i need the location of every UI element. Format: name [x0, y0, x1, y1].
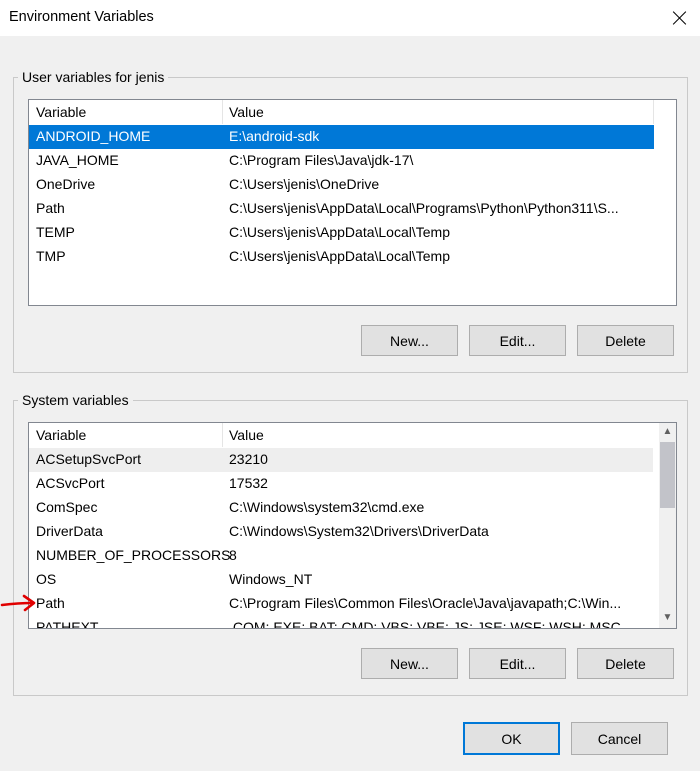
- variable-name: OneDrive: [36, 176, 96, 192]
- variable-name: ACSetupSvcPort: [36, 451, 142, 467]
- variable-value: C:\Program Files\Common Files\Oracle\Jav…: [229, 595, 622, 611]
- table-row[interactable]: ANDROID_HOME E:\android-sdk: [29, 125, 654, 149]
- variable-name: JAVA_HOME: [36, 152, 119, 168]
- system-new-button[interactable]: New...: [361, 648, 458, 679]
- variable-value: C:\Users\jenis\AppData\Local\Programs\Py…: [229, 200, 619, 216]
- table-row[interactable]: TMP C:\Users\jenis\AppData\Local\Temp: [29, 245, 654, 269]
- variable-name: PATHEXT: [36, 619, 99, 629]
- variable-value: 23210: [229, 451, 268, 467]
- variable-value: C:\Users\jenis\AppData\Local\Temp: [229, 248, 450, 264]
- table-row[interactable]: JAVA_HOME C:\Program Files\Java\jdk-17\: [29, 149, 654, 173]
- user-variables-list[interactable]: Variable Value ANDROID_HOME E:\android-s…: [28, 99, 677, 306]
- table-row[interactable]: OS Windows_NT: [29, 568, 653, 592]
- column-header-value[interactable]: Value: [229, 104, 264, 120]
- variable-value: C:\Users\jenis\AppData\Local\Temp: [229, 224, 450, 240]
- user-variables-label: User variables for jenis: [18, 68, 169, 86]
- system-edit-button[interactable]: Edit...: [469, 648, 566, 679]
- variable-value: 8: [229, 547, 237, 563]
- system-delete-button[interactable]: Delete: [577, 648, 674, 679]
- scroll-up-icon[interactable]: ▲: [659, 423, 676, 440]
- table-row[interactable]: NUMBER_OF_PROCESSORS 8: [29, 544, 653, 568]
- list-header: Variable Value: [29, 423, 659, 447]
- variable-name: ComSpec: [36, 499, 98, 515]
- variable-value: C:\Program Files\Java\jdk-17\: [229, 152, 414, 168]
- column-header-variable[interactable]: Variable: [36, 104, 86, 120]
- variable-value: E:\android-sdk: [229, 128, 320, 144]
- table-row[interactable]: OneDrive C:\Users\jenis\OneDrive: [29, 173, 654, 197]
- variable-value: 17532: [229, 475, 268, 491]
- table-row[interactable]: PATHEXT .COM;.EXE;.BAT;.CMD;.VBS;.VBE;.J…: [29, 616, 653, 629]
- variable-value: .COM;.EXE;.BAT;.CMD;.VBS;.VBE;.JS;.JSE;.…: [229, 619, 621, 629]
- column-separator[interactable]: [222, 100, 223, 124]
- variable-name: NUMBER_OF_PROCESSORS: [36, 547, 231, 563]
- table-row[interactable]: Path C:\Program Files\Common Files\Oracl…: [29, 592, 653, 616]
- vertical-scrollbar[interactable]: ▲ ▼: [659, 423, 676, 628]
- column-separator: [653, 100, 654, 124]
- variable-name: OS: [36, 571, 57, 587]
- variable-name: TMP: [36, 248, 66, 264]
- window-title: Environment Variables: [9, 9, 154, 25]
- variable-name: ANDROID_HOME: [36, 128, 151, 144]
- system-variables-group: System variables Variable Value ACSetupS…: [13, 391, 688, 696]
- column-header-value[interactable]: Value: [229, 427, 264, 443]
- system-variables-list[interactable]: Variable Value ACSetupSvcPort 23210 ACSv…: [28, 422, 677, 629]
- ok-button[interactable]: OK: [463, 722, 560, 755]
- variable-name: ACSvcPort: [36, 475, 105, 491]
- user-edit-button[interactable]: Edit...: [469, 325, 566, 356]
- scroll-down-icon[interactable]: ▼: [659, 609, 676, 626]
- scrollbar-thumb[interactable]: [660, 442, 675, 508]
- list-header: Variable Value: [29, 100, 676, 124]
- user-delete-button[interactable]: Delete: [577, 325, 674, 356]
- table-row[interactable]: ACSvcPort 17532: [29, 472, 653, 496]
- cancel-button[interactable]: Cancel: [571, 722, 668, 755]
- variable-name: TEMP: [36, 224, 75, 240]
- variable-value: C:\Users\jenis\OneDrive: [229, 176, 380, 192]
- user-new-button[interactable]: New...: [361, 325, 458, 356]
- system-variables-label: System variables: [18, 391, 133, 409]
- variable-name: Path: [36, 595, 65, 611]
- column-header-variable[interactable]: Variable: [36, 427, 86, 443]
- table-row[interactable]: DriverData C:\Windows\System32\Drivers\D…: [29, 520, 653, 544]
- table-row[interactable]: ACSetupSvcPort 23210: [29, 448, 653, 472]
- variable-name: Path: [36, 200, 65, 216]
- table-row[interactable]: ComSpec C:\Windows\system32\cmd.exe: [29, 496, 653, 520]
- variable-value: C:\Windows\System32\Drivers\DriverData: [229, 523, 489, 539]
- close-icon[interactable]: [664, 2, 696, 34]
- table-row[interactable]: TEMP C:\Users\jenis\AppData\Local\Temp: [29, 221, 654, 245]
- column-separator[interactable]: [222, 423, 223, 447]
- variable-name: DriverData: [36, 523, 103, 539]
- variable-value: C:\Windows\system32\cmd.exe: [229, 499, 425, 515]
- table-row[interactable]: Path C:\Users\jenis\AppData\Local\Progra…: [29, 197, 654, 221]
- red-arrow-icon: [0, 594, 36, 612]
- user-variables-group: User variables for jenis Variable Value …: [13, 68, 688, 373]
- variable-value: Windows_NT: [229, 571, 313, 587]
- title-bar: Environment Variables: [0, 0, 700, 36]
